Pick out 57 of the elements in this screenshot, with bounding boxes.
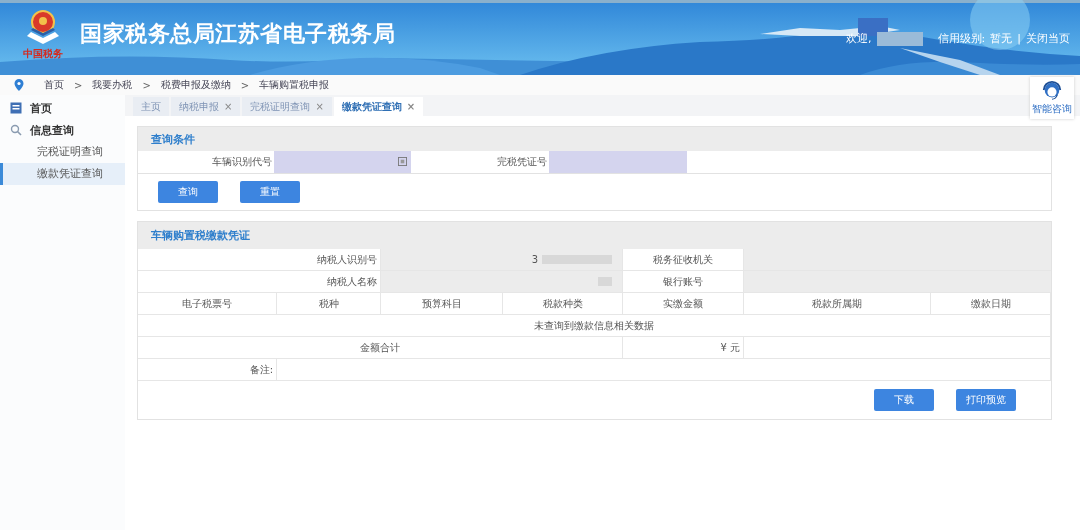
close-page-link[interactable]: 关闭当页 — [1026, 31, 1070, 46]
breadcrumb-separator: > — [240, 79, 250, 91]
welcome-text: 欢迎, — [846, 31, 872, 46]
column-header: 预算科目 — [381, 293, 503, 315]
empty-message: 未查询到缴款信息相关数据 — [138, 315, 1051, 337]
close-icon[interactable]: × — [224, 101, 233, 112]
assistant-button[interactable]: 智能咨询 — [1030, 77, 1074, 119]
column-header: 税款种类 — [503, 293, 623, 315]
sidebar-subitem[interactable]: 完税证明查询 — [0, 141, 125, 163]
breadcrumb-link[interactable]: 首页 — [44, 78, 64, 92]
table-cell: 纳税人识别号 — [138, 249, 381, 271]
search-icon — [10, 124, 22, 136]
column-header: 税款所属期 — [744, 293, 931, 315]
credit-value: 暂无 — [990, 31, 1013, 46]
close-icon[interactable]: × — [315, 101, 324, 112]
input-field[interactable] — [274, 151, 411, 173]
table-cell: 税务征收机关 — [623, 249, 744, 271]
separator: | — [1017, 32, 1021, 45]
table-cell: 备注: — [138, 359, 277, 381]
action-button[interactable]: 打印预览 — [956, 389, 1016, 411]
field-label: 完税凭证号 — [496, 155, 548, 169]
home-icon — [10, 102, 22, 114]
panel-title: 查询条件 — [151, 131, 195, 147]
column-header: 税种 — [277, 293, 381, 315]
action-button[interactable]: 下载 — [874, 389, 934, 411]
table-cell: 金额合计 — [138, 337, 623, 359]
input-field[interactable] — [549, 151, 687, 173]
action-button[interactable]: 查询 — [158, 181, 218, 203]
column-header: 实缴金额 — [623, 293, 744, 315]
headset-agent-icon — [1041, 80, 1063, 102]
field-value: 3 — [531, 254, 538, 265]
sidebar-item[interactable]: 首页 — [30, 100, 52, 116]
column-header: 电子税票号 — [138, 293, 277, 315]
tab[interactable]: 缴款凭证查询 × — [333, 97, 424, 116]
tab[interactable]: 纳税申报 × — [171, 97, 241, 116]
credit-label: 信用级别: — [937, 31, 986, 46]
table-cell: 纳税人名称 — [138, 271, 381, 293]
breadcrumb-separator: > — [142, 79, 151, 91]
breadcrumb-link[interactable]: 我要办税 — [92, 78, 133, 92]
breadcrumb-separator: > — [74, 79, 83, 91]
tab[interactable]: 完税证明查询 × — [242, 97, 332, 116]
location-pin-icon — [14, 79, 24, 91]
tab[interactable]: 主页 — [133, 97, 169, 116]
breadcrumb-link[interactable]: 税费申报及缴纳 — [160, 78, 231, 92]
breadcrumb-link[interactable]: 车辆购置税申报 — [259, 78, 330, 92]
site-title: 国家税务总局江苏省电子税务局 — [80, 20, 395, 48]
calendar-icon[interactable] — [398, 157, 407, 166]
action-button[interactable]: 重置 — [240, 181, 300, 203]
sidebar-subitem[interactable]: 缴款凭证查询 — [0, 163, 125, 185]
column-header: 缴款日期 — [931, 293, 1051, 315]
logo-caption: 中国税务 — [23, 48, 63, 60]
close-icon[interactable]: × — [406, 101, 416, 112]
table-cell: 银行账号 — [623, 271, 744, 293]
sidebar-item[interactable]: 信息查询 — [30, 122, 74, 138]
field-label: 车辆识别代号 — [211, 155, 273, 169]
table-cell: ¥ 元 — [623, 337, 744, 359]
panel-title: 车辆购置税缴款凭证 — [151, 228, 250, 243]
